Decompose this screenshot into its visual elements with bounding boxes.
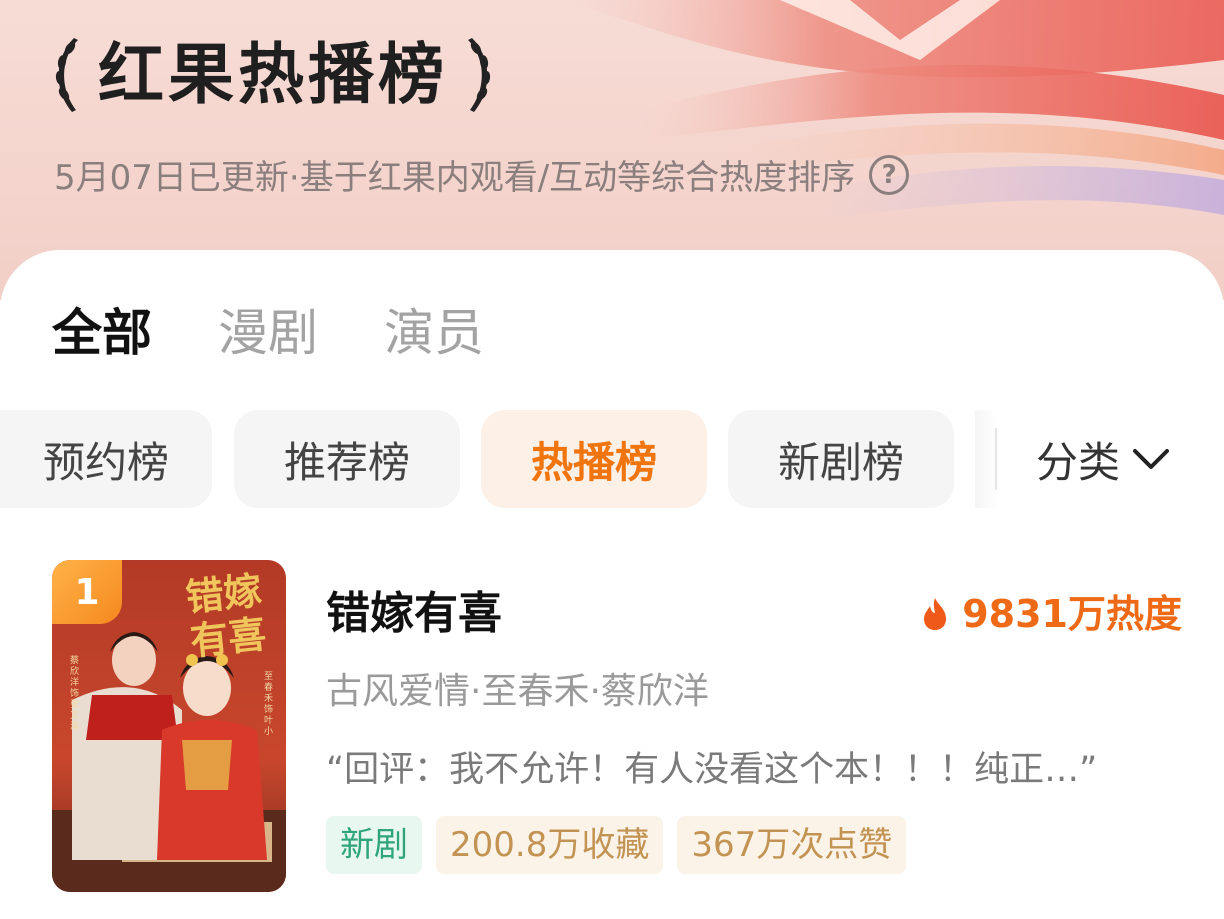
chip-label: 热播榜 <box>530 437 657 487</box>
drama-poster[interactable]: 错嫁有喜 蔡欣洋 饰 张叉泽 至春禾 饰 叶小 1 <box>52 560 286 892</box>
category-filter-button[interactable]: 分类 <box>1036 410 1170 508</box>
likes-count-tag: 367万次点赞 <box>677 816 907 874</box>
rank-badge: 1 <box>52 560 122 624</box>
chip-recommend-ranking[interactable]: 推荐榜 <box>234 410 460 508</box>
title-row: 红果热播榜 <box>48 30 498 120</box>
chip-hot-ranking[interactable]: 热播榜 <box>481 410 707 508</box>
poster-credit-left: 蔡欣洋 饰 张叉泽 <box>70 656 80 732</box>
chip-label: 预约榜 <box>42 437 169 487</box>
tab-bar: 全部 漫剧 演员 <box>52 298 484 368</box>
tab-all[interactable]: 全部 <box>52 298 152 368</box>
question-circle-icon[interactable]: ? <box>869 154 910 195</box>
laurel-left-icon <box>55 38 78 112</box>
tab-actors[interactable]: 演员 <box>384 298 484 368</box>
drama-title[interactable]: 错嫁有喜 <box>326 586 502 642</box>
heat-value: 9831万热度 <box>962 592 1182 636</box>
ranking-list-item[interactable]: 错嫁有喜 蔡欣洋 饰 张叉泽 至春禾 饰 叶小 1 错嫁有喜 9831万热度 古… <box>52 560 1182 892</box>
chip-label: 推荐榜 <box>283 437 410 487</box>
laurel-right-icon <box>468 38 491 112</box>
update-info: 5月07日已更新·基于红果内观看/互动等综合热度排序 ? <box>54 150 910 199</box>
ranking-chip-bar: 预约榜 推荐榜 热播榜 新剧榜 分类 <box>0 410 1224 508</box>
divider <box>995 428 997 490</box>
heat-score: 9831万热度 <box>922 586 1182 642</box>
tag-row: 新剧 200.8万收藏 367万次点赞 <box>326 816 907 874</box>
fire-icon <box>924 598 947 630</box>
drama-meta: 古风爱情·至春禾·蔡欣洋 <box>326 671 709 712</box>
page-title: 红果热播榜 <box>98 36 448 113</box>
chip-label: 新剧榜 <box>777 437 904 487</box>
featured-comment: “回评：我不允许！有人没看这个本！！！纯正…” <box>326 750 1098 790</box>
chip-overflow-fade <box>975 410 997 508</box>
chevron-down-icon <box>1133 449 1170 469</box>
poster-credit-right: 至春禾 饰 叶小 <box>264 672 274 737</box>
new-drama-tag: 新剧 <box>326 816 422 874</box>
filter-label: 分类 <box>1036 437 1121 487</box>
poster-title-text: 错嫁有喜 <box>183 567 269 664</box>
favorites-count-tag: 200.8万收藏 <box>436 816 664 874</box>
tab-animated[interactable]: 漫剧 <box>218 298 318 368</box>
update-subtitle: 5月07日已更新·基于红果内观看/互动等综合热度排序 <box>54 158 856 198</box>
chip-reservation-ranking[interactable]: 预约榜 <box>0 410 212 508</box>
chip-new-ranking[interactable]: 新剧榜 <box>728 410 954 508</box>
ranking-card: 全部 漫剧 演员 预约榜 推荐榜 热播榜 新剧榜 分类 错嫁有喜 蔡欣洋 饰 张… <box>0 250 1224 919</box>
